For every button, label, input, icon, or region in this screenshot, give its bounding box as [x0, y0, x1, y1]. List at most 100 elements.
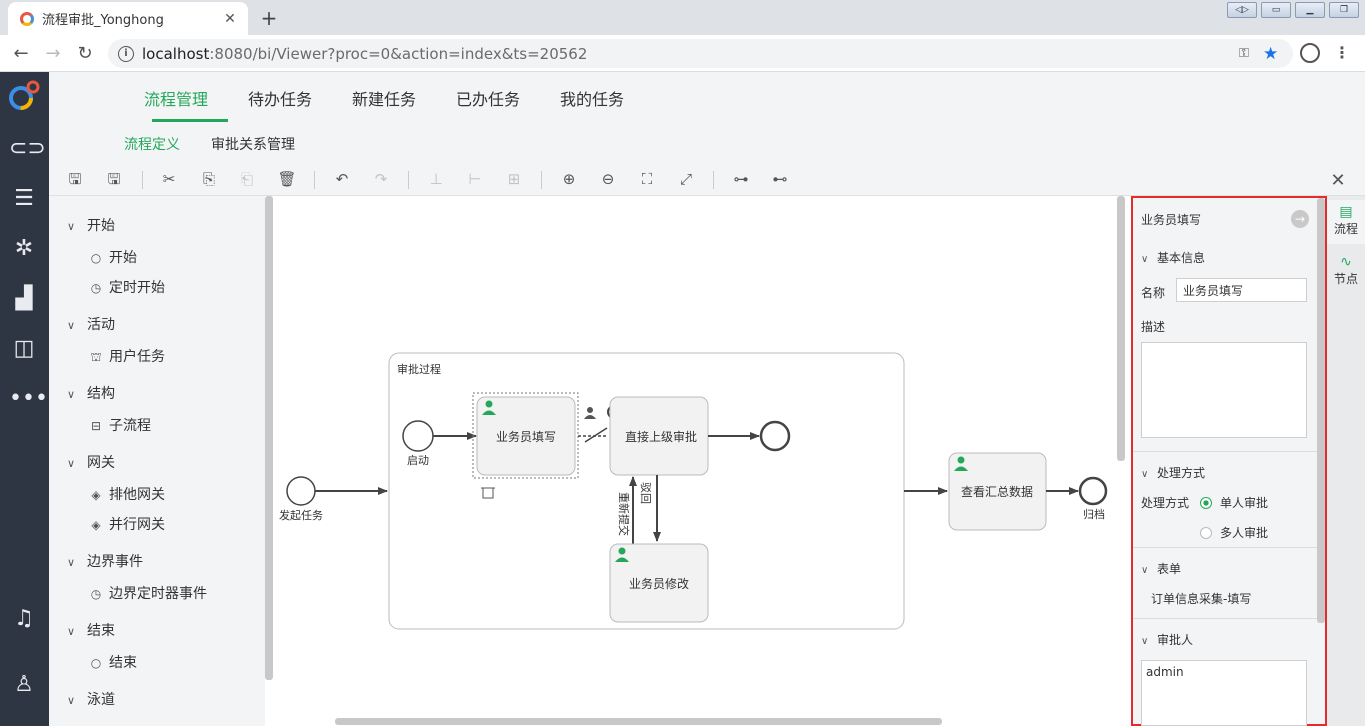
- section-basic-info[interactable]: ∨ 基本信息: [1141, 249, 1205, 266]
- copy-icon[interactable]: ⎘: [199, 169, 219, 189]
- redo-icon[interactable]: ↷: [371, 169, 391, 189]
- browser-menu-icon[interactable]: ⋮: [1334, 43, 1350, 62]
- palette-item-start[interactable]: ○ 开始: [89, 247, 137, 267]
- tab-completed-tasks[interactable]: 已办任务: [456, 86, 520, 110]
- window-restore-icon[interactable]: ▭: [1261, 2, 1291, 18]
- user-icon[interactable]: ♙: [9, 670, 39, 700]
- circle-icon: ○: [90, 251, 102, 265]
- bpmn-diagram: 审批过程 发起任务 启动 业务员填写 直接上级审批 重新提交 驳回 业务员修改 …: [279, 352, 1108, 630]
- toolbar-divider: [314, 171, 315, 189]
- save-as-icon[interactable]: 🖫: [104, 169, 124, 189]
- radio-single-approval[interactable]: 单人审批: [1200, 494, 1268, 511]
- link-icon[interactable]: ⊂⊃: [9, 134, 46, 164]
- close-tab-icon[interactable]: ✕: [218, 11, 242, 27]
- description-field[interactable]: [1141, 342, 1307, 438]
- close-editor-icon[interactable]: ✕: [1327, 170, 1349, 191]
- canvas-vertical-scrollbar[interactable]: [1117, 196, 1125, 461]
- minimize-icon[interactable]: ▁: [1295, 2, 1325, 18]
- route-icon[interactable]: ⊷: [770, 169, 790, 189]
- presentation-icon[interactable]: ◫: [9, 334, 39, 364]
- bell-icon[interactable]: ♫: [9, 604, 39, 634]
- start-event-outer[interactable]: [286, 476, 316, 506]
- panel-scrollbar[interactable]: [1317, 198, 1325, 623]
- end-circle-icon: ○: [90, 656, 102, 670]
- palette-group-boundary-event[interactable]: ∨ 边界事件: [67, 551, 143, 571]
- palette-group-start[interactable]: ∨ 开始: [67, 215, 115, 235]
- browser-tab[interactable]: 流程审批_Yonghong ✕: [8, 2, 248, 35]
- zoom-out-icon[interactable]: ⊖: [598, 169, 618, 189]
- end-event-inner[interactable]: [759, 420, 791, 452]
- url-field[interactable]: i localhost:8080/bi/Viewer?proc=0&action…: [108, 39, 1293, 68]
- section-divider: [1133, 451, 1319, 452]
- element-palette: ∨ 开始 ○ 开始 ◷ 定时开始 ∨ 活动 ⛫ 用户任务 ∨ 结构 ⊟ 子流程 ∨ 网关 ◈ 排他…: [49, 196, 265, 726]
- form-value[interactable]: 订单信息采集-填写: [1151, 590, 1251, 607]
- align-vertical-icon[interactable]: ⊢: [465, 169, 485, 189]
- end-event-outer[interactable]: [1078, 476, 1108, 506]
- cut-icon[interactable]: ✂: [159, 169, 179, 189]
- address-bar: ← → ↻ i localhost:8080/bi/Viewer?proc=0&…: [0, 35, 1365, 72]
- canvas-horizontal-scrollbar[interactable]: [335, 718, 942, 725]
- align-center-icon[interactable]: ⊞: [504, 169, 524, 189]
- key-icon[interactable]: ⚿: [1239, 46, 1263, 61]
- save-icon[interactable]: 🖫: [65, 169, 85, 189]
- align-horizontal-icon[interactable]: ⊥: [426, 169, 446, 189]
- start-event-outer-label: 发起任务: [279, 508, 323, 522]
- back-icon[interactable]: ←: [10, 43, 32, 64]
- network-icon[interactable]: ✲: [9, 234, 39, 264]
- palette-group-end[interactable]: ∨ 结束: [67, 620, 115, 640]
- bookmark-star-icon[interactable]: ★: [1263, 44, 1287, 64]
- palette-scrollbar[interactable]: [265, 196, 273, 680]
- palette-item-subprocess[interactable]: ⊟ 子流程: [89, 415, 151, 435]
- toolbar-divider: [541, 171, 542, 189]
- palette-group-structure[interactable]: ∨ 结构: [67, 383, 115, 403]
- palette-item-parallel-gateway[interactable]: ◈ 并行网关: [89, 514, 165, 534]
- side-tab-label: 节点: [1333, 272, 1358, 286]
- name-label: 名称: [1141, 286, 1166, 300]
- side-tab-flow[interactable]: ▤ 流程: [1327, 200, 1365, 244]
- diagram-canvas[interactable]: 审批过程 发起任务 启动 业务员填写 直接上级审批 重新提交 驳回 业务员修改 …: [273, 196, 1126, 726]
- section-handling[interactable]: ∨ 处理方式: [1141, 464, 1205, 481]
- palette-item-boundary-timer[interactable]: ◷ 边界定时器事件: [89, 583, 207, 603]
- maximize-icon[interactable]: ❐: [1329, 2, 1359, 18]
- tab-process-management[interactable]: 流程管理: [144, 86, 208, 110]
- task-approve-label: 直接上级审批: [625, 429, 697, 444]
- name-field[interactable]: [1176, 278, 1307, 302]
- tab-new-task[interactable]: 新建任务: [352, 86, 416, 110]
- palette-group-swimlane[interactable]: ∨ 泳道: [67, 689, 115, 709]
- palette-group-activity[interactable]: ∨ 活动: [67, 314, 115, 334]
- account-icon[interactable]: [1300, 43, 1320, 63]
- reload-icon[interactable]: ↻: [74, 43, 96, 64]
- radio-multi-approval[interactable]: 多人审批: [1200, 524, 1268, 541]
- tab-process-definition[interactable]: 流程定义: [124, 134, 180, 154]
- palette-item-label: 定时开始: [109, 280, 165, 296]
- tab-approval-relations[interactable]: 审批关系管理: [211, 134, 295, 154]
- palette-item-exclusive-gateway[interactable]: ◈ 排他网关: [89, 484, 165, 504]
- chevron-down-icon: ∨: [67, 388, 76, 401]
- tab-pending-tasks[interactable]: 待办任务: [248, 86, 312, 110]
- delete-icon[interactable]: 🗑: [277, 169, 297, 189]
- start-event-inner[interactable]: [402, 420, 434, 452]
- window-switch-icon[interactable]: ◁▷: [1227, 2, 1257, 18]
- palette-item-end[interactable]: ○ 结束: [89, 652, 137, 672]
- more-icon[interactable]: •••: [9, 384, 48, 414]
- fit-screen-icon[interactable]: ⛶: [637, 169, 657, 189]
- zoom-in-icon[interactable]: ⊕: [559, 169, 579, 189]
- arrow-right-icon[interactable]: →: [1291, 210, 1309, 228]
- tab-my-tasks[interactable]: 我的任务: [560, 86, 624, 110]
- chart-icon[interactable]: ▟: [9, 284, 39, 314]
- list-icon[interactable]: ☰: [9, 184, 39, 214]
- paste-icon[interactable]: ⎗: [237, 169, 257, 189]
- actual-size-icon[interactable]: ⤢: [676, 169, 696, 189]
- side-tab-node[interactable]: ∿ 节点: [1327, 250, 1365, 294]
- approver-field[interactable]: admin: [1141, 660, 1307, 726]
- undo-icon[interactable]: ↶: [332, 169, 352, 189]
- palette-item-user-task[interactable]: ⛫ 用户任务: [89, 346, 165, 366]
- site-info-icon[interactable]: i: [118, 45, 134, 62]
- section-approver[interactable]: ∨ 审批人: [1141, 631, 1193, 648]
- palette-group-gateway[interactable]: ∨ 网关: [67, 452, 115, 472]
- forward-icon[interactable]: →: [42, 43, 64, 64]
- palette-item-timer-start[interactable]: ◷ 定时开始: [89, 277, 165, 297]
- connect-icon[interactable]: ⊶: [731, 169, 751, 189]
- new-tab-icon[interactable]: +: [258, 6, 280, 30]
- section-form[interactable]: ∨ 表单: [1141, 560, 1181, 577]
